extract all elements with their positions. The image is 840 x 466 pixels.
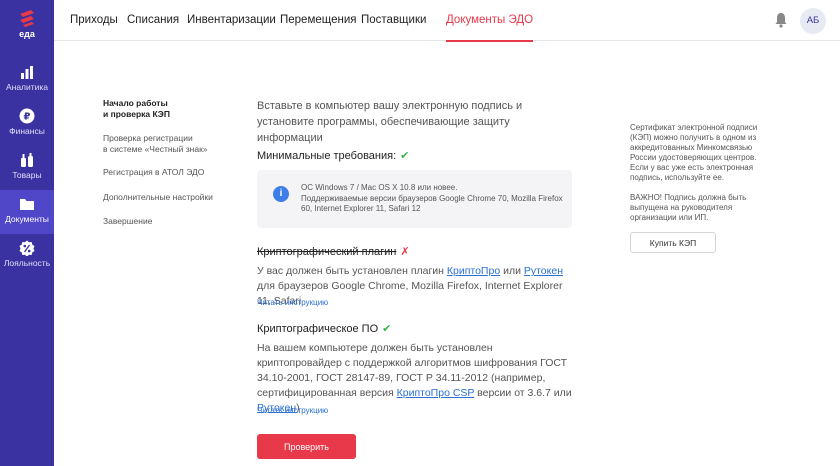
sidebar-item-documents[interactable]: Документы <box>0 190 54 234</box>
svg-text:₽: ₽ <box>24 112 31 123</box>
min-requirements-title-text: Минимальные требования: <box>257 150 397 162</box>
step-atol-edo-registration[interactable]: Регистрация в АТОЛ ЭДО <box>103 167 243 178</box>
check-icon: ✔ <box>400 150 410 162</box>
sidebar-item-loyalty[interactable]: Лояльность <box>0 234 54 278</box>
browser-requirement: Поддерживаемые версии браузеров Google C… <box>301 193 563 214</box>
plugin-instructions-link[interactable]: Читать инструкцию <box>257 298 328 307</box>
check-icon: ✔ <box>382 323 392 335</box>
top-navigation: Приходы Списания Инвентаризации Перемеще… <box>54 0 840 42</box>
sidebar-item-finance[interactable]: ₽ Финансы <box>0 102 54 146</box>
step-additional-settings[interactable]: Дополнительные настройки <box>103 192 243 203</box>
step-honest-sign-registration[interactable]: Проверка регистрации в системе «Честный … <box>103 133 243 155</box>
kep-important-text: ВАЖНО! Подпись должна быть выпущена на р… <box>630 193 747 222</box>
sidebar: еда Аналитика ₽ Финансы Товары Документы <box>0 0 54 466</box>
sidebar-item-label: Финансы <box>9 126 45 136</box>
sidebar-item-label: Лояльность <box>3 258 51 268</box>
requirements-info-text: ОС Windows 7 / Mac OS X 10.8 или новее. … <box>301 183 566 215</box>
sidebar-item-label: Товары <box>12 170 42 180</box>
tab-edo-documents[interactable]: Документы ЭДО <box>446 0 534 42</box>
kep-side-note: Сертификат электронной подписи (КЭП) мож… <box>630 123 766 233</box>
sidebar-item-products[interactable]: Товары <box>0 146 54 190</box>
intro-text: Вставьте в компьютер вашу электронную по… <box>257 100 523 144</box>
bell-icon[interactable] <box>774 12 788 28</box>
kep-info-text: Сертификат электронной подписи (КЭП) мож… <box>630 123 758 182</box>
brand-logo-icon <box>20 10 34 27</box>
software-instructions-link[interactable]: Читать инструкцию <box>257 406 328 415</box>
step-finish[interactable]: Завершение <box>103 216 243 227</box>
cross-icon: ✗ <box>400 246 410 258</box>
step-start-and-kep-check[interactable]: Начало работы и проверка КЭП <box>103 98 243 120</box>
cryptopro-csp-link[interactable]: КриптоПро CSP <box>397 387 475 399</box>
os-requirement: ОС Windows 7 / Mac OS X 10.8 или новее. <box>301 183 458 192</box>
bottles-icon <box>21 153 33 167</box>
plugin-text: или <box>500 265 524 277</box>
crypto-software-title-text: Криптографическое ПО <box>257 323 379 335</box>
requirements-info-box: i ОС Windows 7 / Mac OS X 10.8 или новее… <box>257 170 572 228</box>
crypto-software-description: На вашем компьютере должен быть установл… <box>257 341 577 416</box>
tab-receipts[interactable]: Приходы <box>70 0 118 41</box>
check-button[interactable]: Проверить <box>257 434 356 459</box>
buy-kep-button[interactable]: Купить КЭП <box>630 232 716 253</box>
sidebar-item-label: Документы <box>5 214 49 224</box>
percent-badge-icon <box>19 240 35 256</box>
crypto-plugin-title-text: Криптографический плагин <box>257 246 397 258</box>
tab-inventories[interactable]: Инвентаризации <box>187 0 276 41</box>
software-text: версии от 3.6.7 или <box>474 387 572 399</box>
bar-chart-icon <box>21 66 33 79</box>
plugin-text: У вас должен быть установлен плагин <box>257 265 447 277</box>
ruble-icon: ₽ <box>19 108 35 124</box>
min-requirements-title: Минимальные требования: ✔ <box>257 149 409 162</box>
crypto-software-title: Криптографическое ПО ✔ <box>257 322 391 335</box>
info-icon: i <box>273 186 289 202</box>
tab-suppliers[interactable]: Поставщики <box>361 0 426 41</box>
sidebar-item-label: Аналитика <box>5 82 49 92</box>
user-avatar[interactable]: АБ <box>800 8 826 34</box>
rutoken-link[interactable]: Рутокен <box>524 265 563 277</box>
cryptopro-link[interactable]: КриптоПро <box>447 265 500 277</box>
tab-write-offs[interactable]: Списания <box>127 0 179 41</box>
tab-transfers[interactable]: Перемещения <box>280 0 357 41</box>
folder-icon <box>20 199 34 210</box>
crypto-plugin-title: Криптографический плагин ✗ <box>257 245 410 258</box>
sidebar-item-analytics[interactable]: Аналитика <box>0 58 54 102</box>
brand-logo[interactable]: еда <box>0 8 54 39</box>
brand-name: еда <box>19 29 35 39</box>
